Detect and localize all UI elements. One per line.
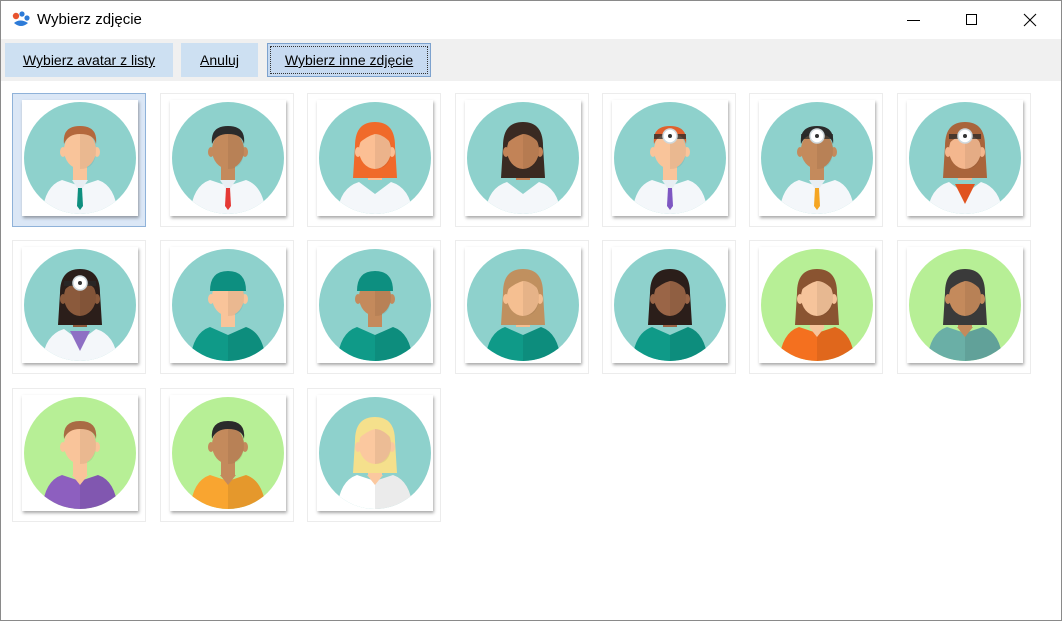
choose-avatar-from-list-label: Wybierz avatar z listy [22, 52, 156, 68]
avatar-image [22, 100, 138, 216]
avatar-tile[interactable] [160, 240, 294, 374]
title-bar[interactable]: Wybierz zdjęcie [1, 1, 1061, 39]
cancel-label: Anuluj [200, 52, 239, 68]
avatar-grid [1, 81, 1061, 619]
avatar-image [759, 247, 875, 363]
avatar-image [170, 395, 286, 511]
avatar-image [317, 100, 433, 216]
choose-other-photo-label: Wybierz inne zdjęcie [284, 52, 414, 68]
avatar-tile[interactable] [160, 93, 294, 227]
avatar-tile[interactable] [455, 240, 589, 374]
close-icon [1023, 13, 1037, 27]
avatar-tile[interactable] [12, 240, 146, 374]
avatar-tile[interactable] [897, 240, 1031, 374]
avatar-tile[interactable] [749, 240, 883, 374]
minimize-icon [907, 20, 920, 21]
avatar-image [465, 100, 581, 216]
minimize-button[interactable] [885, 1, 943, 39]
avatar-image [317, 247, 433, 363]
choose-other-photo-button[interactable]: Wybierz inne zdjęcie [267, 43, 431, 77]
avatar-tile[interactable] [12, 93, 146, 227]
avatar-image [317, 395, 433, 511]
avatar-image [759, 100, 875, 216]
avatar-tile[interactable] [307, 240, 441, 374]
avatar-tile[interactable] [307, 388, 441, 522]
avatar-image [612, 100, 728, 216]
toolbar: Wybierz avatar z listy Anuluj Wybierz in… [1, 39, 1061, 81]
avatar-image [907, 100, 1023, 216]
avatar-tile[interactable] [602, 240, 736, 374]
avatar-tile[interactable] [307, 93, 441, 227]
choose-avatar-from-list-button[interactable]: Wybierz avatar z listy [5, 43, 173, 77]
avatar-tile[interactable] [160, 388, 294, 522]
avatar-tile[interactable] [602, 93, 736, 227]
avatar-tile[interactable] [749, 93, 883, 227]
window-title: Wybierz zdjęcie [37, 11, 142, 28]
maximize-icon [966, 14, 977, 25]
avatar-image [170, 247, 286, 363]
close-button[interactable] [1001, 1, 1059, 39]
avatar-image [170, 100, 286, 216]
avatar-tile[interactable] [897, 93, 1031, 227]
avatar-image [465, 247, 581, 363]
avatar-tile[interactable] [12, 388, 146, 522]
app-logo-icon [12, 11, 30, 26]
avatar-image [22, 247, 138, 363]
avatar-tile[interactable] [455, 93, 589, 227]
maximize-button[interactable] [943, 1, 1001, 39]
avatar-image [907, 247, 1023, 363]
cancel-button[interactable]: Anuluj [181, 43, 258, 77]
avatar-image [612, 247, 728, 363]
avatar-image [22, 395, 138, 511]
dialog-window: Wybierz zdjęcie Wybierz avatar z listy A… [0, 0, 1062, 621]
